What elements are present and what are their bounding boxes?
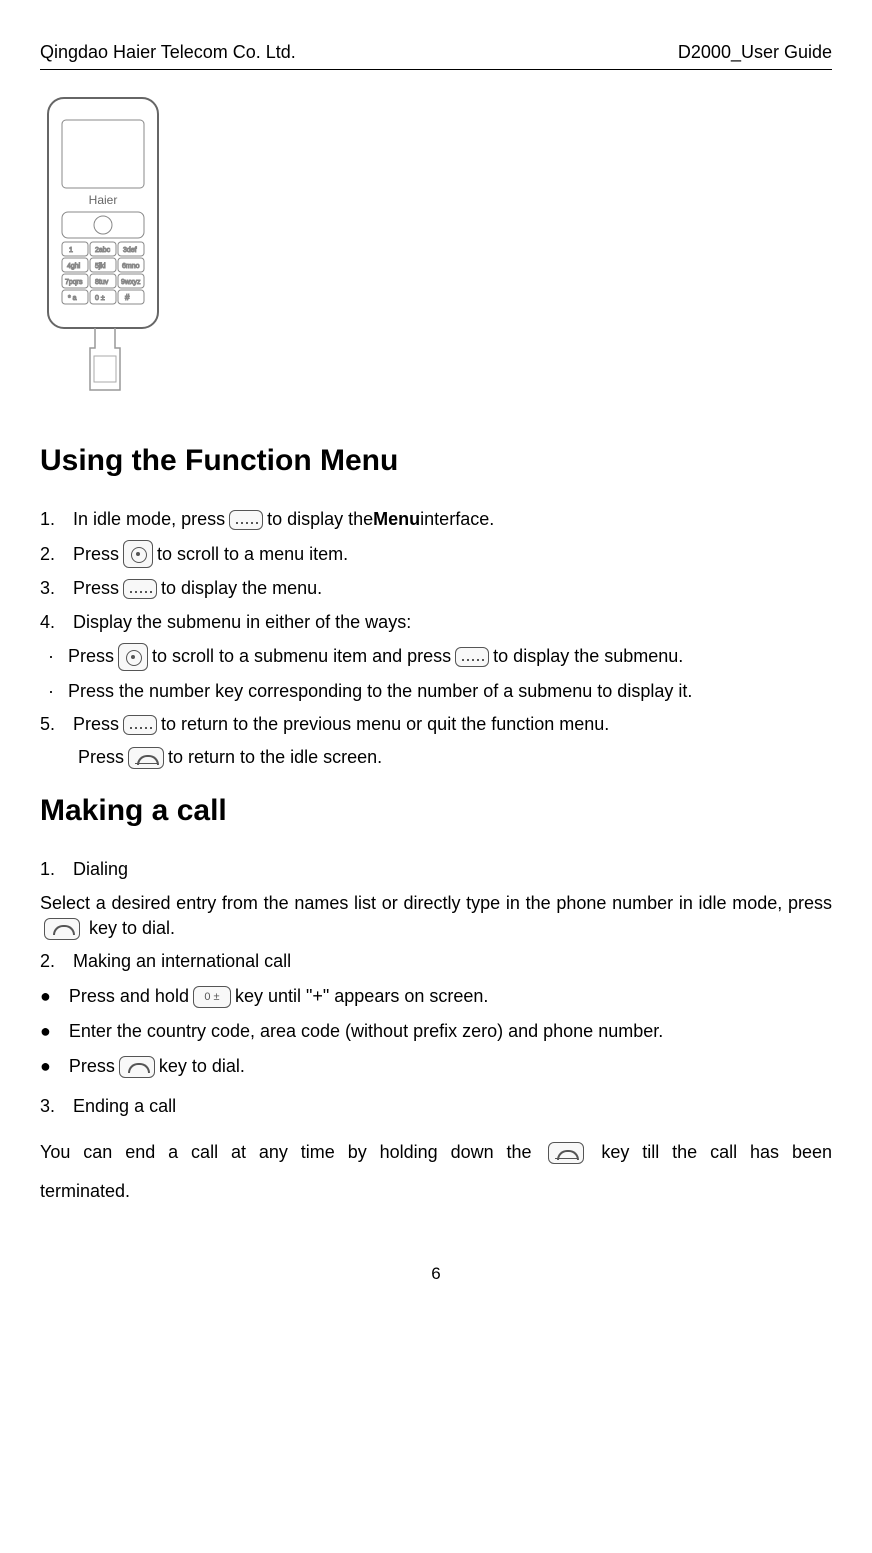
item-text: Making an international call — [73, 949, 291, 974]
item-text: Enter the country code, area code (witho… — [69, 1019, 663, 1044]
nav-key-icon — [123, 540, 153, 568]
list-item: 4. Display the submenu in either of the … — [40, 610, 832, 635]
bullet-dot: · — [48, 679, 54, 704]
list-item: 1. In idle mode, press to display the Me… — [40, 507, 832, 532]
item-text: to return to the idle screen. — [168, 745, 382, 770]
page-header: Qingdao Haier Telecom Co. Ltd. D2000_Use… — [40, 40, 832, 70]
item-number: 2. — [40, 949, 55, 974]
item-text: to display the — [267, 507, 373, 532]
svg-text:#: # — [125, 293, 130, 302]
item-text: to display the menu. — [161, 576, 322, 601]
item-text: to scroll to a submenu item and press — [152, 644, 451, 669]
end-key-icon — [128, 747, 164, 769]
list-item: 2. Making an international call — [40, 949, 832, 974]
list-item: 3. Ending a call — [40, 1094, 832, 1119]
paragraph: Select a desired entry from the names li… — [40, 891, 832, 941]
item-text: Ending a call — [73, 1094, 176, 1119]
svg-text:7pqrs: 7pqrs — [65, 279, 83, 286]
item-text: Press — [73, 576, 119, 601]
item-text: Press — [68, 644, 114, 669]
svg-text:3def: 3def — [123, 247, 137, 254]
phone-illustration: Haier 1 2abc 3def 4ghi 5jkl 6mno 7pqrs 8… — [40, 90, 170, 410]
item-text: to scroll to a menu item. — [157, 542, 348, 567]
svg-text:* a: * a — [68, 295, 77, 302]
item-text: Press — [69, 1054, 115, 1079]
list-item: 1. Dialing — [40, 857, 832, 882]
list-item: 2. Press to scroll to a menu item. — [40, 540, 832, 568]
page-number: 6 — [40, 1262, 832, 1286]
item-text: Press and hold — [69, 984, 189, 1009]
bullet-filled-icon: ● — [40, 984, 51, 1009]
svg-text:2abc: 2abc — [95, 247, 111, 254]
end-key-icon — [548, 1142, 584, 1164]
item-text: Press — [73, 542, 119, 567]
item-text: key to dial. — [159, 1054, 245, 1079]
nav-key-icon — [118, 643, 148, 671]
item-text: Press — [78, 745, 124, 770]
header-right: D2000_User Guide — [678, 40, 832, 65]
svg-text:Haier: Haier — [89, 193, 118, 207]
item-text: key until "+" appears on screen. — [235, 984, 488, 1009]
para-text: You can end a call at any time by holdin… — [40, 1142, 544, 1162]
item-number: 5. — [40, 712, 55, 737]
menu-key-icon — [455, 647, 489, 667]
svg-text:5jkl: 5jkl — [95, 263, 106, 270]
svg-text:6mno: 6mno — [122, 263, 140, 270]
section-title-making-call: Making a call — [40, 790, 832, 832]
bullet-filled-icon: ● — [40, 1019, 51, 1044]
list-item: 3. Press to display the menu. — [40, 576, 832, 601]
section-title-function-menu: Using the Function Menu — [40, 440, 832, 482]
header-left: Qingdao Haier Telecom Co. Ltd. — [40, 40, 296, 65]
bullet-item: ● Enter the country code, area code (wit… — [40, 1019, 832, 1044]
bullet-item: ● Press and hold 0 ± key until "+" appea… — [40, 984, 832, 1009]
bullet-dot: · — [48, 644, 54, 669]
call-key-icon — [119, 1056, 155, 1078]
item-number: 4. — [40, 610, 55, 635]
paragraph: You can end a call at any time by holdin… — [40, 1133, 832, 1212]
svg-text:8tuv: 8tuv — [95, 279, 109, 286]
item-number: 3. — [40, 1094, 55, 1119]
call-key-icon — [44, 918, 80, 940]
menu-key-icon — [229, 510, 263, 530]
bullet-filled-icon: ● — [40, 1054, 51, 1079]
item-text: Press the number key corresponding to th… — [68, 679, 692, 704]
section2-content: 1. Dialing Select a desired entry from t… — [40, 857, 832, 1212]
menu-key-icon — [123, 715, 157, 735]
item-text: Press — [73, 712, 119, 737]
item-text: Display the submenu in either of the way… — [73, 610, 411, 635]
para-text: key to dial. — [89, 918, 175, 938]
bullet-item: ● Press key to dial. — [40, 1054, 832, 1079]
svg-text:9wxyz: 9wxyz — [121, 279, 141, 286]
menu-key-icon — [123, 579, 157, 599]
list-item-continuation: Press to return to the idle screen. — [78, 745, 832, 770]
svg-text:4ghi: 4ghi — [67, 263, 81, 270]
item-text: to display the submenu. — [493, 644, 683, 669]
item-number: 3. — [40, 576, 55, 601]
sub-list-item: · Press the number key corresponding to … — [48, 679, 832, 704]
sub-list-item: · Press to scroll to a submenu item and … — [48, 643, 832, 671]
para-text: Select a desired entry from the names li… — [40, 893, 832, 913]
item-number: 1. — [40, 507, 55, 532]
svg-text:0 ±: 0 ± — [95, 295, 105, 302]
item-text: to return to the previous menu or quit t… — [161, 712, 609, 737]
item-text: Dialing — [73, 857, 128, 882]
item-number: 2. — [40, 542, 55, 567]
item-text: In idle mode, press — [73, 507, 225, 532]
item-text-bold: Menu — [373, 507, 420, 532]
list-item: 5. Press to return to the previous menu … — [40, 712, 832, 737]
section1-content: 1. In idle mode, press to display the Me… — [40, 507, 832, 770]
item-text: interface. — [420, 507, 494, 532]
zero-key-icon: 0 ± — [193, 986, 231, 1008]
svg-text:1: 1 — [69, 247, 73, 254]
item-number: 1. — [40, 857, 55, 882]
